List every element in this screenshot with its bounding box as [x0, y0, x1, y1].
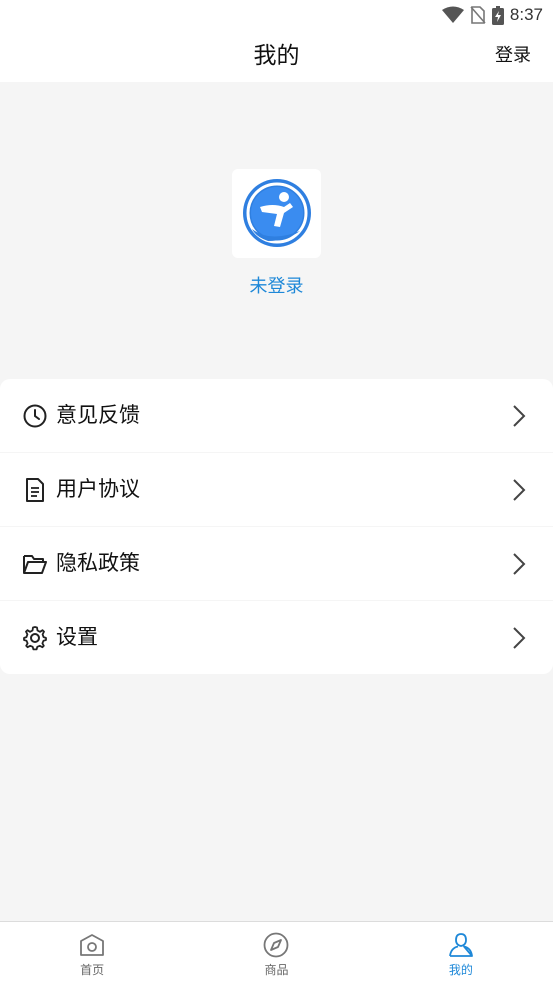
chevron-right-icon — [513, 405, 526, 427]
tab-home[interactable]: 首页 — [0, 922, 184, 983]
chevron-right-icon — [513, 627, 526, 649]
menu-item-settings[interactable]: 设置 — [0, 601, 553, 674]
tab-label: 商品 — [264, 963, 289, 977]
clock-icon — [23, 404, 47, 428]
tab-mine[interactable]: 我的 — [369, 922, 553, 983]
chevron-right-icon — [513, 479, 526, 501]
menu-item-label: 隐私政策 — [56, 551, 140, 575]
page-title: 我的 — [253, 43, 300, 69]
tab-label: 我的 — [448, 963, 473, 977]
bottom-tab-bar: 首页 商品 我的 — [0, 921, 553, 983]
compass-icon — [264, 932, 289, 958]
battery-icon — [491, 5, 504, 25]
app-logo-icon — [242, 178, 311, 247]
chevron-right-icon — [513, 553, 526, 575]
menu-item-label: 意见反馈 — [56, 403, 140, 427]
menu-item-privacy-policy[interactable]: 隐私政策 — [0, 527, 553, 600]
folder-icon — [23, 555, 47, 574]
home-icon — [80, 934, 105, 956]
user-icon — [448, 933, 473, 957]
status-time: 8:37 — [509, 5, 543, 24]
status-bar: 8:37 — [0, 0, 553, 30]
document-icon — [26, 478, 44, 502]
avatar[interactable] — [232, 169, 321, 258]
login-button[interactable]: 登录 — [495, 30, 531, 82]
gear-icon — [23, 626, 47, 651]
profile-section: 未登录 — [0, 82, 553, 378]
login-status[interactable]: 未登录 — [0, 272, 553, 298]
menu-item-label: 用户协议 — [56, 477, 140, 501]
menu-item-label: 设置 — [56, 625, 98, 649]
menu-list: 意见反馈 用户协议 隐私政策 设置 — [0, 379, 553, 675]
menu-item-user-agreement[interactable]: 用户协议 — [0, 453, 553, 526]
tab-products[interactable]: 商品 — [184, 922, 368, 983]
menu-item-feedback[interactable]: 意见反馈 — [0, 379, 553, 452]
no-sim-icon — [470, 6, 486, 24]
tab-label: 首页 — [80, 963, 105, 977]
wifi-icon — [441, 6, 464, 23]
header: 我的 登录 — [0, 30, 553, 82]
